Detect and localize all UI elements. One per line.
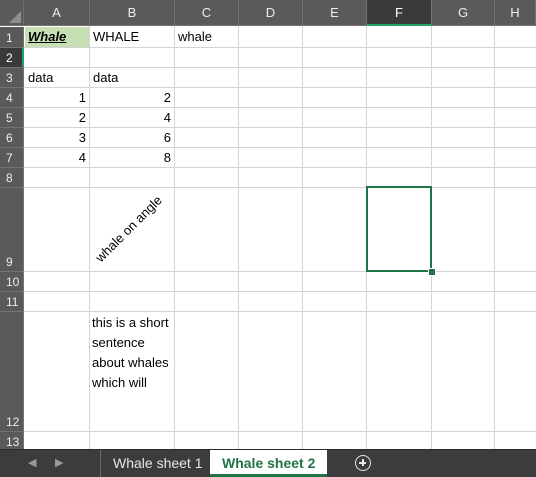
gridline xyxy=(238,26,239,449)
sheet-tab-1[interactable]: Whale sheet 1 xyxy=(100,450,215,477)
cell-b1[interactable]: WHALE xyxy=(93,27,139,47)
row-header-9[interactable]: 9 xyxy=(0,188,24,272)
scroll-right-icon[interactable]: ▶ xyxy=(55,456,63,469)
gridline xyxy=(24,291,536,292)
cell-selection[interactable] xyxy=(366,186,432,272)
column-header-c[interactable]: C xyxy=(175,0,239,26)
cell-a3[interactable]: data xyxy=(28,68,53,88)
column-header-f[interactable]: F xyxy=(367,0,432,26)
cell-b6[interactable]: 6 xyxy=(90,128,171,148)
row-header-12[interactable]: 12 xyxy=(0,312,24,432)
sheet-tab-2[interactable]: Whale sheet 2 xyxy=(210,450,328,477)
sheet-tab-bar: ◀ ▶ Whale sheet 1 Whale sheet 2 xyxy=(0,449,536,477)
cell-b9[interactable]: whale on angle xyxy=(92,193,164,265)
row-header-8[interactable]: 8 xyxy=(0,168,24,188)
row-header-1[interactable]: 1 xyxy=(0,27,24,48)
scroll-left-icon[interactable]: ◀ xyxy=(28,456,36,469)
row-header-10[interactable]: 10 xyxy=(0,272,24,292)
fill-handle[interactable] xyxy=(428,268,436,276)
row-header-13[interactable]: 13 xyxy=(0,432,24,449)
gridline xyxy=(24,431,536,432)
column-header-b[interactable]: B xyxy=(90,0,175,26)
cell-b4[interactable]: 2 xyxy=(90,88,171,108)
cell-b5[interactable]: 4 xyxy=(90,108,171,128)
gridline xyxy=(494,26,495,449)
gridline xyxy=(24,187,536,188)
column-header-e[interactable]: E xyxy=(303,0,367,26)
cell-a6[interactable]: 3 xyxy=(25,128,86,148)
cell-c1[interactable]: whale xyxy=(178,27,212,47)
cell-a5[interactable]: 2 xyxy=(25,108,86,128)
cell-b3[interactable]: data xyxy=(93,68,118,88)
gridline xyxy=(302,26,303,449)
cell-a4[interactable]: 1 xyxy=(25,88,86,108)
column-header-a[interactable]: A xyxy=(24,0,90,26)
row-header-4[interactable]: 4 xyxy=(0,88,24,108)
spreadsheet-grid[interactable]: A B C D E F G H 1 2 3 4 5 6 7 8 9 10 11 … xyxy=(0,0,536,449)
row-header-5[interactable]: 5 xyxy=(0,108,24,128)
gridline xyxy=(174,26,175,449)
row-header-2[interactable]: 2 xyxy=(0,48,24,68)
column-header-d[interactable]: D xyxy=(239,0,303,26)
cell-a1[interactable]: Whale xyxy=(25,27,89,47)
row-header-11[interactable]: 11 xyxy=(0,292,24,312)
cell-a7[interactable]: 4 xyxy=(25,148,86,168)
gridline xyxy=(24,47,536,48)
gridline xyxy=(24,311,536,312)
row-header-6[interactable]: 6 xyxy=(0,128,24,148)
cell-b12[interactable]: this is a short sentence about whales wh… xyxy=(92,313,172,393)
row-header-3[interactable]: 3 xyxy=(0,68,24,88)
column-header-h[interactable]: H xyxy=(495,0,536,26)
select-all-button[interactable] xyxy=(0,0,24,26)
row-header-7[interactable]: 7 xyxy=(0,148,24,168)
add-sheet-icon[interactable] xyxy=(355,455,371,471)
column-header-g[interactable]: G xyxy=(432,0,495,26)
cell-b7[interactable]: 8 xyxy=(90,148,171,168)
gridline xyxy=(24,271,536,272)
